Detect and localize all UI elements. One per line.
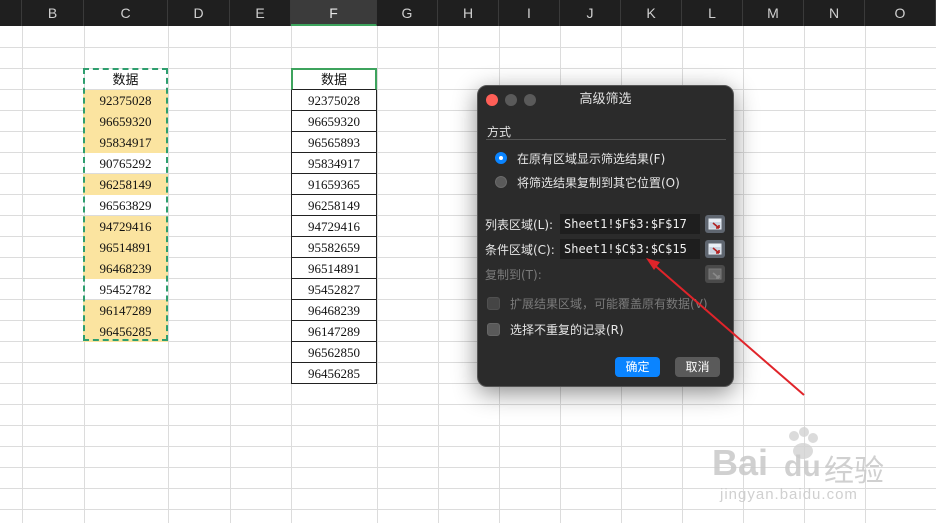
grid-vline (377, 26, 378, 523)
grid-vline (22, 26, 23, 523)
cell-f[interactable]: 96456285 (291, 363, 377, 384)
grid-hline (0, 404, 936, 405)
criteria-range-collapse-button[interactable] (705, 240, 725, 258)
column-header-f[interactable]: F (291, 0, 377, 26)
column-header-j[interactable]: J (560, 0, 621, 26)
cell-f[interactable]: 92375028 (291, 90, 377, 111)
column-header-i[interactable]: I (499, 0, 560, 26)
column-header-o[interactable]: O (865, 0, 936, 26)
radio-copy-to-location-label[interactable]: 将筛选结果复制到其它位置(O) (517, 174, 680, 191)
dialog-title: 高级筛选 (579, 92, 632, 107)
cell-c[interactable]: 95834917 (83, 132, 168, 153)
range-select-icon (708, 268, 722, 280)
cell-c[interactable]: 96659320 (83, 111, 168, 132)
spreadsheet-grid[interactable]: B C D E F G H I J K L M N O 数据 92375028 … (0, 0, 936, 523)
mode-section-title: 方式 (487, 125, 512, 139)
column-header-l[interactable]: L (682, 0, 743, 26)
list-range-label: 列表区域(L): (485, 218, 554, 232)
cell-f[interactable]: 95582659 (291, 237, 377, 258)
cell-f[interactable]: 96258149 (291, 195, 377, 216)
cell-c[interactable]: 96563829 (83, 195, 168, 216)
column-header-n[interactable]: N (804, 0, 865, 26)
cell-f[interactable]: 96565893 (291, 132, 377, 153)
grid-hline (0, 446, 936, 447)
cell-c[interactable]: 96258149 (83, 174, 168, 195)
copy-to-collapse-button (705, 265, 725, 283)
cell-c[interactable]: 96456285 (83, 321, 168, 342)
cell-c[interactable]: 92375028 (83, 90, 168, 111)
column-header-h[interactable]: H (438, 0, 499, 26)
cell-c[interactable]: 96147289 (83, 300, 168, 321)
cell-c[interactable]: 96468239 (83, 258, 168, 279)
column-header-g[interactable]: G (377, 0, 438, 26)
cell-f[interactable]: 96468239 (291, 300, 377, 321)
column-header-bar: B C D E F G H I J K L M N O (0, 0, 936, 26)
range-select-icon (708, 218, 722, 230)
grid-vline (230, 26, 231, 523)
cell-f[interactable]: 96659320 (291, 111, 377, 132)
grid-hline (0, 488, 936, 489)
advanced-filter-dialog: 高级筛选 方式 在原有区域显示筛选结果(F) 将筛选结果复制到其它位置(O) 列… (477, 85, 734, 387)
radio-copy-to-location[interactable] (495, 176, 507, 188)
cell-f[interactable]: 95452827 (291, 279, 377, 300)
column-header-c[interactable]: C (84, 0, 168, 26)
unique-records-label[interactable]: 选择不重复的记录(R) (510, 321, 624, 338)
cell-f[interactable]: 94729416 (291, 216, 377, 237)
dialog-titlebar[interactable]: 高级筛选 (478, 86, 733, 114)
list-range-collapse-button[interactable] (705, 215, 725, 233)
grid-hline (0, 47, 936, 48)
column-header-partial (0, 0, 22, 26)
list-range-input[interactable] (560, 214, 700, 234)
ok-button[interactable]: 确定 (615, 357, 660, 377)
cell-c[interactable]: 96514891 (83, 237, 168, 258)
column-header-m[interactable]: M (743, 0, 804, 26)
cell-f[interactable]: 96562850 (291, 342, 377, 363)
grid-hline (0, 467, 936, 468)
cell-c[interactable]: 94729416 (83, 216, 168, 237)
range-select-icon (708, 243, 722, 255)
radio-filter-in-place-label[interactable]: 在原有区域显示筛选结果(F) (517, 150, 665, 167)
cell-f[interactable]: 96514891 (291, 258, 377, 279)
grid-hline (0, 383, 936, 384)
extend-range-checkbox (487, 297, 500, 310)
grid-hline (0, 362, 936, 363)
cell-f[interactable]: 95834917 (291, 153, 377, 174)
grid-vline (168, 26, 169, 523)
grid-hline (0, 509, 936, 510)
grid-vline (804, 26, 805, 523)
section-divider (486, 139, 726, 140)
grid-vline (865, 26, 866, 523)
cell-c[interactable]: 95452782 (83, 279, 168, 300)
cell-f[interactable]: 96147289 (291, 321, 377, 342)
criteria-range-label: 条件区域(C): (485, 243, 555, 257)
grid-vline (438, 26, 439, 523)
copy-to-label: 复制到(T): (485, 268, 542, 282)
cell-f-header[interactable]: 数据 (291, 68, 377, 90)
column-header-d[interactable]: D (168, 0, 230, 26)
column-header-k[interactable]: K (621, 0, 682, 26)
grid-vline (743, 26, 744, 523)
column-header-b[interactable]: B (22, 0, 84, 26)
cell-c-header[interactable]: 数据 (83, 69, 168, 90)
column-header-e[interactable]: E (230, 0, 291, 26)
radio-filter-in-place[interactable] (495, 152, 507, 164)
extend-range-label: 扩展结果区域，可能覆盖原有数据(V) (510, 297, 708, 311)
cell-f[interactable]: 91659365 (291, 174, 377, 195)
grid-hline (0, 425, 936, 426)
copy-to-input (560, 264, 700, 284)
cell-c[interactable]: 90765292 (83, 153, 168, 174)
unique-records-checkbox[interactable] (487, 323, 500, 336)
criteria-range-input[interactable] (560, 239, 700, 259)
cancel-button[interactable]: 取消 (675, 357, 720, 377)
